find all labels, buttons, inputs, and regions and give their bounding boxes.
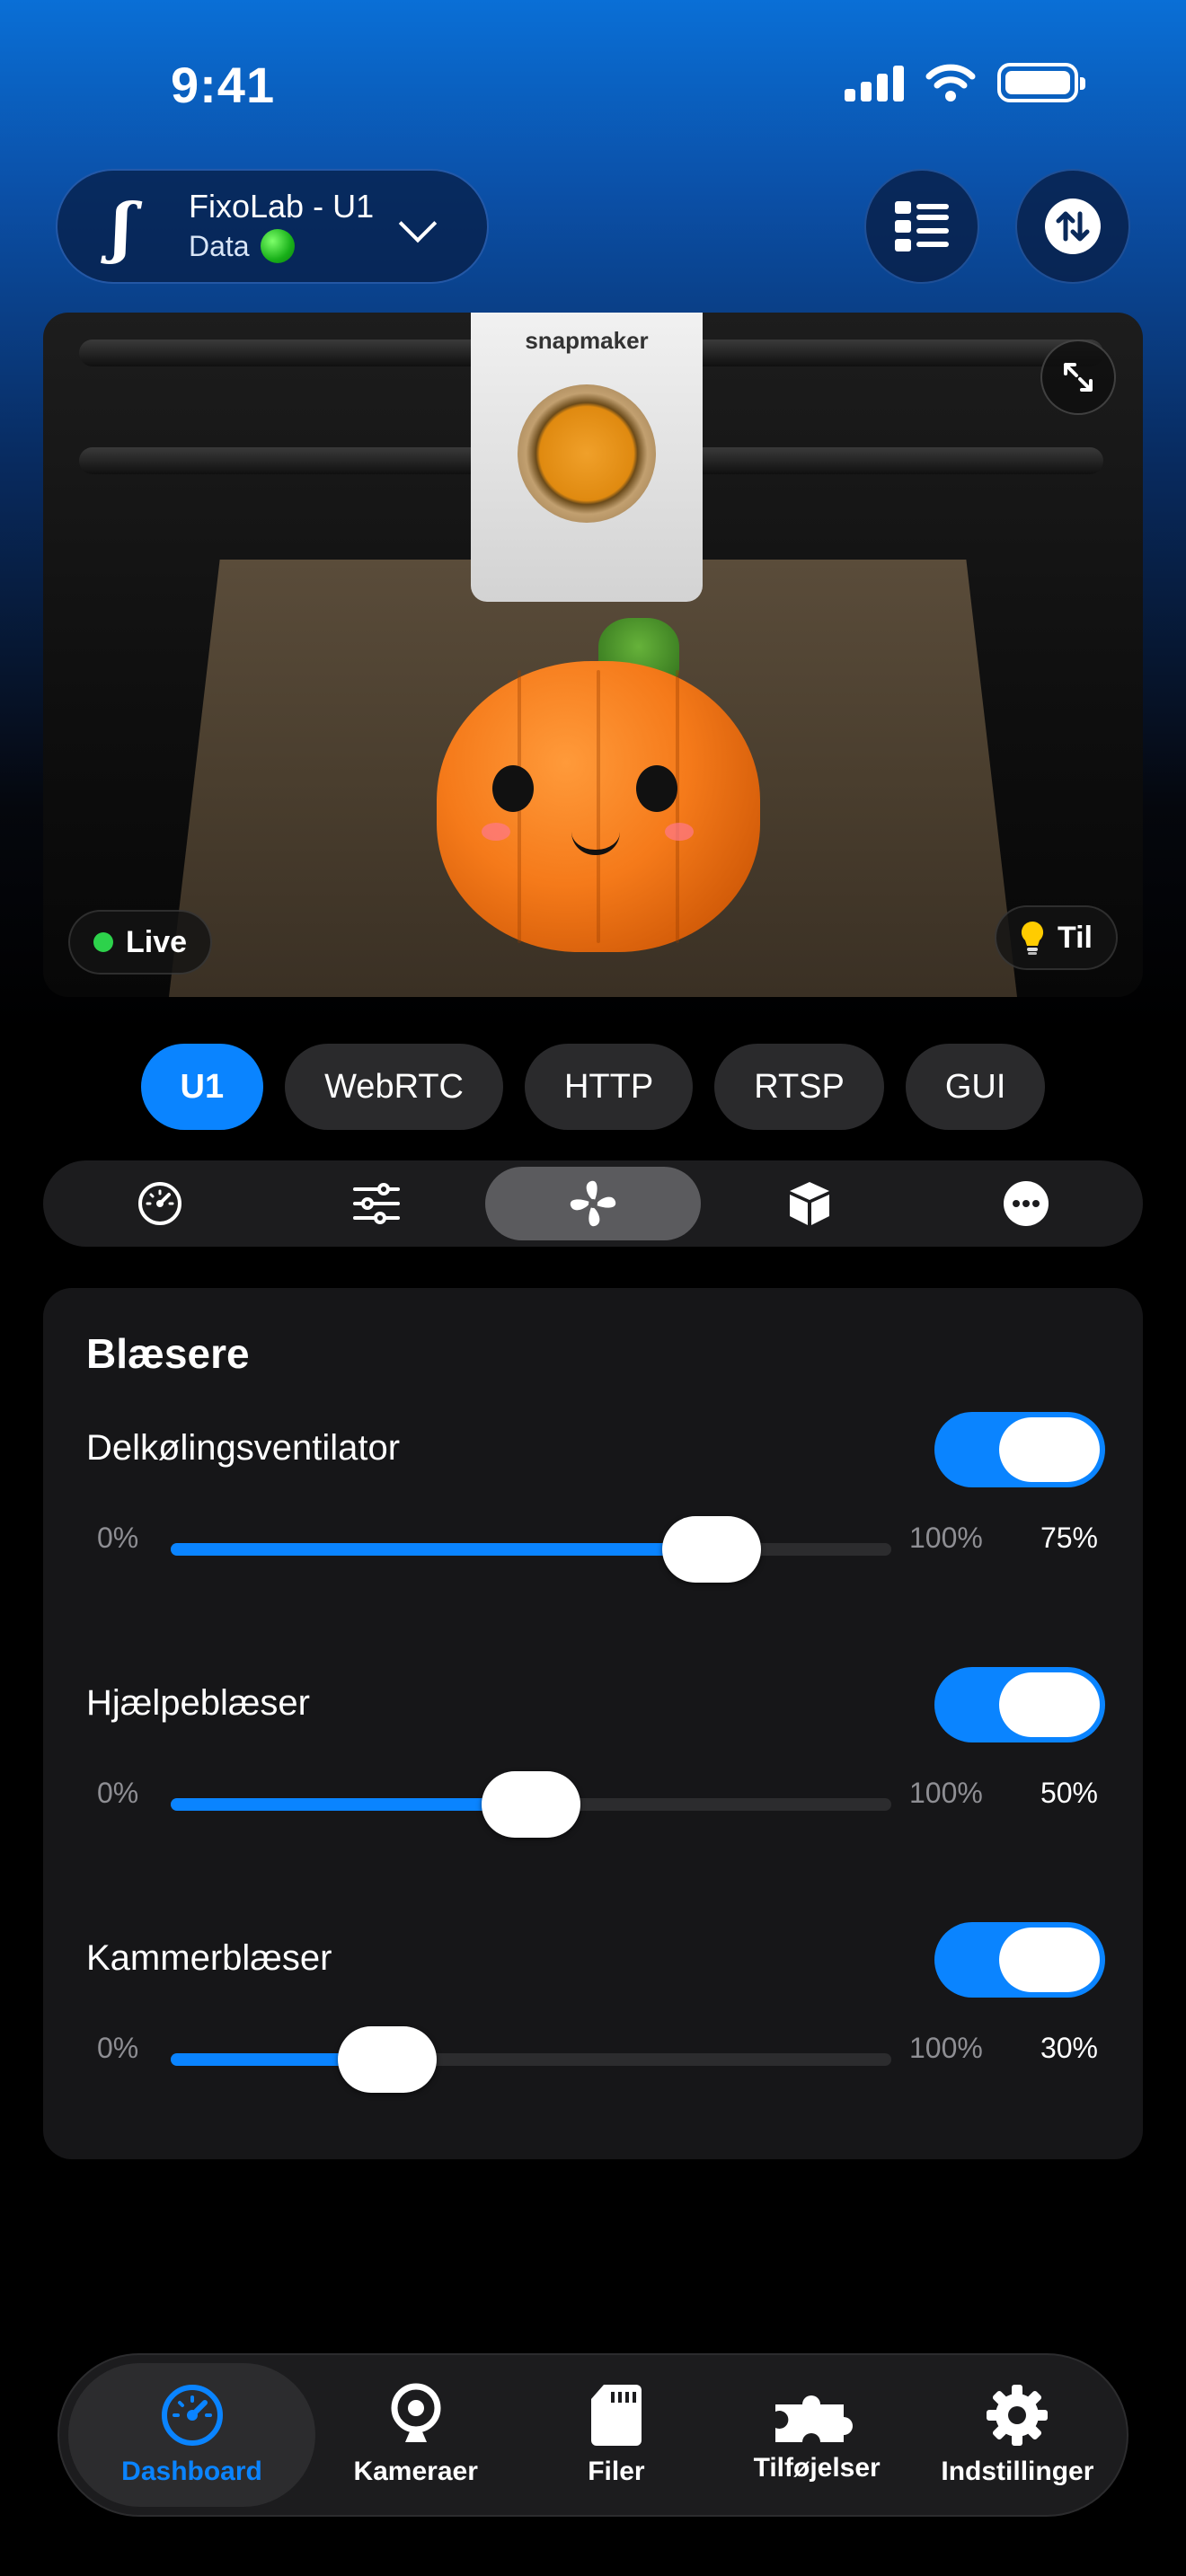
live-indicator-icon	[93, 932, 113, 952]
list-view-button[interactable]	[864, 169, 979, 284]
slider-max-label: 100%	[909, 2032, 983, 2064]
fan-name: Delkølingsventilator	[86, 1428, 401, 1468]
puzzle-icon	[775, 2395, 854, 2442]
status-indicator-icon	[260, 229, 295, 263]
fullscreen-button[interactable]	[1040, 340, 1116, 415]
nav-settings[interactable]: Indstillinger	[917, 2363, 1118, 2507]
fan-row: Hjælpeblæser 0% 100% 50%	[43, 1667, 1143, 1892]
list-icon	[895, 201, 949, 251]
printer-brand-label: snapmaker	[525, 327, 649, 354]
fan-name: Hjælpeblæser	[86, 1683, 310, 1723]
battery-icon	[997, 63, 1085, 102]
fan-name: Kammerblæser	[86, 1938, 332, 1978]
cellular-signal-icon	[845, 64, 904, 101]
camera-source-tabs: U1 WebRTC HTTP RTSP GUI	[0, 1044, 1186, 1130]
tab-fans[interactable]	[484, 1167, 702, 1240]
printer-toolhead: snapmaker	[471, 313, 703, 602]
wifi-icon	[925, 64, 976, 101]
fans-title: Blæsere	[86, 1330, 250, 1377]
nav-label: Kameraer	[353, 2457, 478, 2486]
source-tab-webrtc[interactable]: WebRTC	[285, 1044, 503, 1130]
printer-status-label: Data	[189, 230, 250, 262]
pumpkin-print	[437, 661, 760, 952]
transfer-arrows-icon	[1045, 198, 1101, 254]
source-tab-u1[interactable]: U1	[140, 1044, 264, 1130]
nav-label: Filer	[588, 2457, 645, 2486]
status-time: 9:41	[171, 57, 276, 113]
bottom-nav: Dashboard Kameraer Filer Tilføjelser Ind…	[58, 2353, 1128, 2517]
source-tab-gui[interactable]: GUI	[905, 1044, 1046, 1130]
fan-toggle[interactable]	[934, 1922, 1105, 1998]
speedometer-icon	[138, 1182, 182, 1225]
sd-card-icon	[590, 2385, 642, 2446]
printer-name: FixoLab - U1	[189, 188, 375, 225]
fan-toggle[interactable]	[934, 1412, 1105, 1487]
slider-thumb[interactable]	[482, 1771, 580, 1838]
box-icon	[789, 1182, 829, 1225]
slider-thumb[interactable]	[661, 1516, 761, 1583]
fan-row: Delkølingsventilator 0% 100% 75%	[43, 1412, 1143, 1636]
section-tabs	[43, 1160, 1143, 1247]
chevron-down-icon	[398, 204, 438, 243]
webcam-icon	[391, 2383, 441, 2442]
source-tab-http[interactable]: HTTP	[524, 1044, 694, 1130]
more-icon	[1003, 1181, 1049, 1226]
fans-card: Blæsere Delkølingsventilator 0% 100% 75%…	[43, 1288, 1143, 2159]
slider-max-label: 100%	[909, 1522, 983, 1554]
sliders-icon	[353, 1183, 401, 1224]
slider-value: 75%	[1040, 1522, 1098, 1554]
camera-feed[interactable]: snapmaker Live Til	[43, 313, 1143, 997]
slider-min-label: 0%	[97, 2032, 139, 2064]
slider-thumb[interactable]	[337, 2026, 437, 2093]
slider-min-label: 0%	[97, 1522, 139, 1554]
nav-label: Dashboard	[121, 2457, 262, 2486]
nav-label: Tilføjelser	[753, 2453, 881, 2483]
nav-files[interactable]: Filer	[516, 2363, 716, 2507]
tab-dashboard[interactable]	[52, 1167, 269, 1240]
fan-toggle[interactable]	[934, 1667, 1105, 1742]
nav-label: Indstillinger	[941, 2457, 1094, 2486]
fan-speed-slider[interactable]	[171, 1771, 891, 1838]
source-tab-rtsp[interactable]: RTSP	[714, 1044, 884, 1130]
nav-plugins[interactable]: Tilføjelser	[717, 2363, 917, 2507]
live-badge: Live	[68, 910, 213, 975]
fan-speed-slider[interactable]	[171, 1516, 891, 1583]
live-label: Live	[126, 924, 188, 959]
expand-icon	[1064, 363, 1093, 392]
lightbulb-icon	[1021, 921, 1044, 955]
printer-selector[interactable]: ʃ FixoLab - U1 Data	[56, 169, 489, 284]
status-bar: 9:41	[0, 0, 1186, 171]
light-toggle-button[interactable]: Til	[994, 905, 1118, 970]
slider-value: 50%	[1040, 1777, 1098, 1809]
tab-filament[interactable]	[701, 1167, 917, 1240]
transfer-button[interactable]	[1015, 169, 1130, 284]
toolhead-fan	[518, 384, 656, 523]
slider-min-label: 0%	[97, 1777, 139, 1809]
tab-more[interactable]	[917, 1167, 1134, 1240]
status-icons	[845, 63, 1085, 102]
fan-icon	[570, 1180, 616, 1227]
gear-icon	[987, 2385, 1049, 2446]
tab-controls[interactable]	[269, 1167, 485, 1240]
nav-cameras[interactable]: Kameraer	[315, 2363, 516, 2507]
light-label: Til	[1057, 920, 1093, 955]
speedometer-icon	[161, 2385, 223, 2446]
fan-row: Kammerblæser 0% 100% 30%	[43, 1922, 1143, 2147]
slider-value: 30%	[1040, 2032, 1098, 2064]
app-logo-icon: ʃ	[111, 188, 133, 265]
nav-dashboard[interactable]: Dashboard	[68, 2363, 316, 2507]
slider-max-label: 100%	[909, 1777, 983, 1809]
fan-speed-slider[interactable]	[171, 2026, 891, 2093]
